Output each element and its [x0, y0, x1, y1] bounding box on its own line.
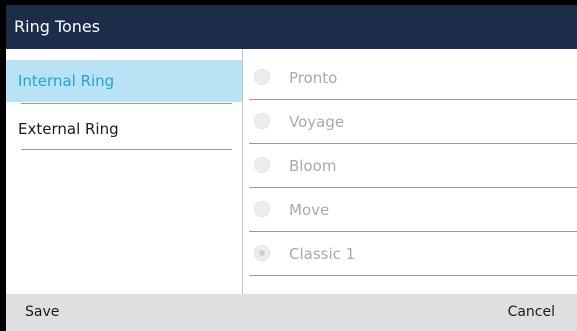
ring-option-pronto[interactable]: Pronto: [243, 56, 577, 100]
ring-tone-list: Pronto Voyage Bloom Move Classic 1: [243, 49, 577, 294]
radio-button-icon: [254, 69, 270, 85]
ring-option-bloom[interactable]: Bloom: [243, 144, 577, 188]
cancel-button[interactable]: Cancel: [508, 294, 555, 331]
ring-option-label: Classic 1: [289, 245, 356, 263]
softkey-bar: Save Cancel: [6, 294, 577, 331]
ring-option-label: Pronto: [289, 69, 338, 87]
ring-option-label: Move: [289, 201, 330, 219]
ring-option-label: Voyage: [289, 113, 345, 131]
menu-item-external-ring[interactable]: External Ring: [14, 108, 232, 150]
save-button[interactable]: Save: [25, 294, 59, 331]
page-title: Ring Tones: [6, 5, 577, 49]
list-divider: [249, 275, 577, 276]
ring-option-label: Bloom: [289, 157, 337, 175]
ring-option-voyage[interactable]: Voyage: [243, 100, 577, 144]
menu-divider: [21, 103, 232, 104]
radio-button-icon: [254, 113, 270, 129]
ring-option-classic-1[interactable]: Classic 1: [243, 232, 577, 276]
radio-button-selected-icon: [254, 245, 270, 261]
menu-item-internal-ring[interactable]: Internal Ring: [6, 60, 242, 102]
menu-divider: [21, 149, 232, 150]
phone-screen: Ring Tones Internal Ring External Ring P…: [6, 5, 577, 331]
ring-option-move[interactable]: Move: [243, 188, 577, 232]
radio-button-icon: [254, 157, 270, 173]
ring-type-menu: Internal Ring External Ring: [6, 49, 242, 294]
radio-button-icon: [254, 201, 270, 217]
